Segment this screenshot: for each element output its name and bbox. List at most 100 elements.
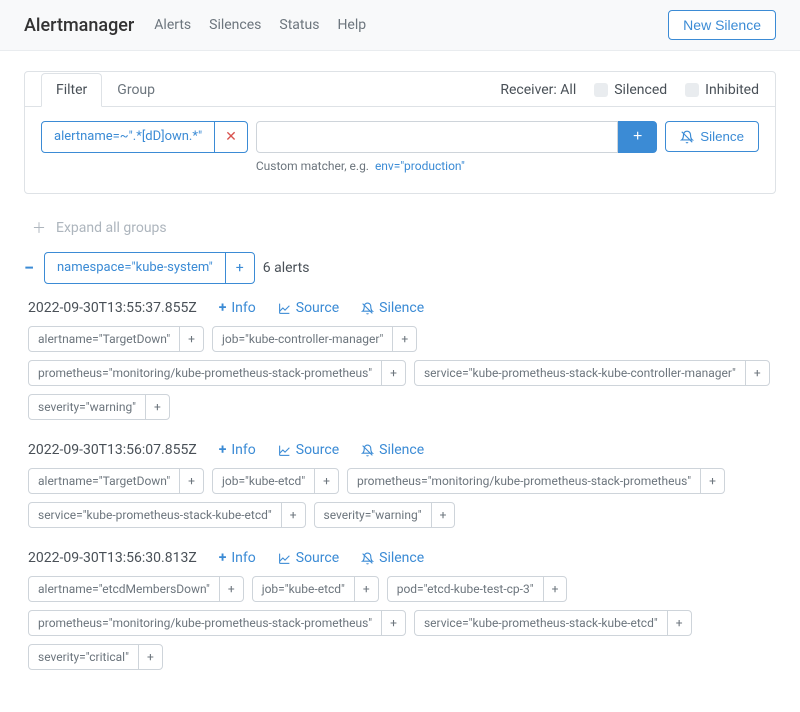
main-container: Filter Group Receiver: All Silenced Inhi… bbox=[0, 51, 800, 712]
info-link[interactable]: + Info bbox=[219, 300, 256, 316]
source-link[interactable]: Source bbox=[278, 442, 339, 458]
label-add-filter-button[interactable]: + bbox=[431, 503, 455, 527]
alert-head: 2022-09-30T13:56:30.813Z + Info Source Si… bbox=[28, 550, 776, 566]
chart-icon bbox=[278, 444, 291, 457]
filter-row: alertname=~".*[dD]own.*" ✕ + Custom matc… bbox=[41, 121, 759, 173]
alerts-list: 2022-09-30T13:55:37.855Z+ Info Source Si… bbox=[24, 300, 776, 670]
label-pill: severity="critical"+ bbox=[28, 644, 163, 670]
alert-head: 2022-09-30T13:56:07.855Z + Info Source Si… bbox=[28, 442, 776, 458]
label-pill: prometheus="monitoring/kube-prometheus-s… bbox=[28, 360, 406, 386]
label-pill: alertname="TargetDown"+ bbox=[28, 326, 204, 352]
collapse-icon[interactable]: − bbox=[24, 258, 36, 279]
hint-prefix: Custom matcher, e.g. bbox=[256, 159, 369, 173]
label-add-filter-button[interactable]: + bbox=[381, 361, 405, 385]
label-text: alertname="TargetDown" bbox=[29, 327, 179, 351]
label-add-filter-button[interactable]: + bbox=[543, 577, 567, 601]
label-text: prometheus="monitoring/kube-prometheus-s… bbox=[29, 361, 381, 385]
bell-off-icon bbox=[361, 552, 374, 565]
nav-link-help[interactable]: Help bbox=[337, 17, 366, 33]
silenced-label: Silenced bbox=[614, 82, 667, 98]
label-pill: service="kube-prometheus-stack-kube-etcd… bbox=[414, 610, 692, 636]
label-text: job="kube-etcd" bbox=[213, 469, 314, 493]
nav-link-alerts[interactable]: Alerts bbox=[154, 17, 191, 33]
silence-link[interactable]: Silence bbox=[361, 442, 424, 458]
label-add-filter-button[interactable]: + bbox=[354, 577, 378, 601]
label-add-filter-button[interactable]: + bbox=[392, 327, 416, 351]
label-text: job="kube-etcd" bbox=[253, 577, 354, 601]
bell-off-icon bbox=[680, 130, 694, 144]
info-link[interactable]: + Info bbox=[219, 550, 256, 566]
inhibited-checkbox-wrap[interactable]: Inhibited bbox=[685, 82, 759, 98]
label-add-filter-button[interactable]: + bbox=[179, 469, 203, 493]
chart-icon bbox=[278, 552, 291, 565]
matcher-input[interactable] bbox=[256, 121, 618, 153]
tab-filter[interactable]: Filter bbox=[41, 73, 102, 107]
expand-all-button[interactable]: ＋ Expand all groups bbox=[24, 212, 776, 252]
source-link[interactable]: Source bbox=[278, 550, 339, 566]
alert-head: 2022-09-30T13:55:37.855Z+ Info Source Si… bbox=[28, 300, 776, 316]
expand-all-label: Expand all groups bbox=[56, 220, 167, 236]
label-text: prometheus="monitoring/kube-prometheus-s… bbox=[348, 469, 700, 493]
nav-link-silences[interactable]: Silences bbox=[209, 17, 261, 33]
label-text: job="kube-controller-manager" bbox=[213, 327, 392, 351]
bell-off-icon bbox=[361, 444, 374, 457]
label-add-filter-button[interactable]: + bbox=[381, 611, 405, 635]
new-silence-button[interactable]: New Silence bbox=[668, 10, 776, 40]
info-label: Info bbox=[231, 442, 255, 458]
label-add-filter-button[interactable]: + bbox=[145, 395, 169, 419]
silence-link[interactable]: Silence bbox=[361, 550, 424, 566]
matcher-hint: Custom matcher, e.g. env="production" bbox=[256, 159, 657, 173]
remove-matcher-button[interactable]: ✕ bbox=[214, 122, 247, 152]
silence-label: Silence bbox=[379, 300, 424, 316]
labels-wrap: alertname="etcdMembersDown"+job="kube-et… bbox=[28, 576, 776, 670]
brand: Alertmanager bbox=[24, 15, 134, 36]
label-add-filter-button[interactable]: + bbox=[700, 469, 724, 493]
label-pill: severity="warning"+ bbox=[28, 394, 170, 420]
bell-off-icon bbox=[361, 302, 374, 315]
add-matcher-button[interactable]: + bbox=[618, 121, 657, 153]
info-label: Info bbox=[231, 300, 255, 316]
source-label: Source bbox=[296, 442, 339, 458]
label-pill: alertname="etcdMembersDown"+ bbox=[28, 576, 244, 602]
info-label: Info bbox=[231, 550, 255, 566]
checkbox-icon bbox=[594, 83, 608, 97]
hint-example: env="production" bbox=[375, 159, 465, 173]
tab-group[interactable]: Group bbox=[102, 73, 170, 107]
labels-wrap: alertname="TargetDown"+job="kube-etcd"+p… bbox=[28, 468, 776, 528]
label-add-filter-button[interactable]: + bbox=[219, 577, 243, 601]
group-label-pill: namespace="kube-system" + bbox=[44, 252, 255, 284]
navbar: Alertmanager Alerts Silences Status Help… bbox=[0, 0, 800, 51]
matcher-input-box: + Custom matcher, e.g. env="production" bbox=[256, 121, 657, 173]
label-text: severity="warning" bbox=[315, 503, 431, 527]
label-pill: job="kube-etcd"+ bbox=[252, 576, 379, 602]
panel-header: Filter Group Receiver: All Silenced Inhi… bbox=[25, 72, 775, 107]
label-add-filter-button[interactable]: + bbox=[138, 645, 162, 669]
silence-button-label: Silence bbox=[700, 129, 744, 144]
silence-button[interactable]: Silence bbox=[665, 121, 759, 152]
label-text: severity="warning" bbox=[29, 395, 145, 419]
label-text: service="kube-prometheus-stack-kube-cont… bbox=[415, 361, 745, 385]
group-add-filter-button[interactable]: + bbox=[225, 253, 254, 283]
silenced-checkbox-wrap[interactable]: Silenced bbox=[594, 82, 667, 98]
alert-timestamp: 2022-09-30T13:56:30.813Z bbox=[28, 550, 197, 566]
label-pill: job="kube-controller-manager"+ bbox=[212, 326, 417, 352]
silence-label: Silence bbox=[379, 550, 424, 566]
alert-block: 2022-09-30T13:56:30.813Z + Info Source Si… bbox=[24, 550, 776, 670]
silence-link[interactable]: Silence bbox=[361, 300, 424, 316]
label-add-filter-button[interactable]: + bbox=[667, 611, 691, 635]
label-add-filter-button[interactable]: + bbox=[281, 503, 305, 527]
label-pill: job="kube-etcd"+ bbox=[212, 468, 339, 494]
panel-tabs: Filter Group bbox=[41, 72, 170, 106]
filter-controls: Receiver: All Silenced Inhibited bbox=[500, 82, 759, 106]
label-add-filter-button[interactable]: + bbox=[179, 327, 203, 351]
source-link[interactable]: Source bbox=[278, 300, 339, 316]
plus-icon: + bbox=[219, 550, 227, 566]
info-link[interactable]: + Info bbox=[219, 442, 256, 458]
nav-link-status[interactable]: Status bbox=[279, 17, 319, 33]
label-add-filter-button[interactable]: + bbox=[745, 361, 769, 385]
label-text: alertname="etcdMembersDown" bbox=[29, 577, 219, 601]
alerts-count: 6 alerts bbox=[263, 260, 310, 276]
label-text: severity="critical" bbox=[29, 645, 138, 669]
alert-timestamp: 2022-09-30T13:56:07.855Z bbox=[28, 442, 197, 458]
label-add-filter-button[interactable]: + bbox=[314, 469, 338, 493]
